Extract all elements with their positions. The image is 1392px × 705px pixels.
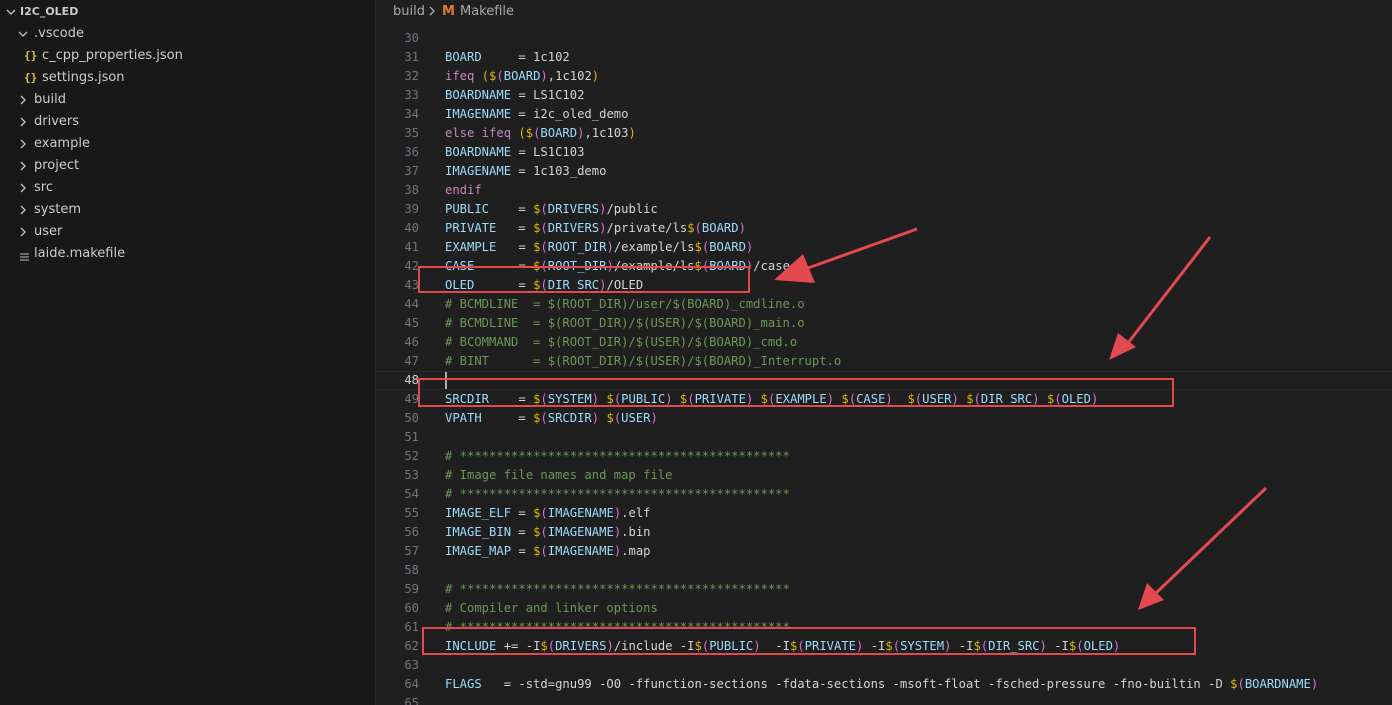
arrow-to-include	[1138, 486, 1268, 610]
arrow-to-oled	[774, 227, 918, 283]
annotation-arrows	[774, 227, 1268, 610]
arrow-to-srcdir	[1109, 236, 1212, 360]
